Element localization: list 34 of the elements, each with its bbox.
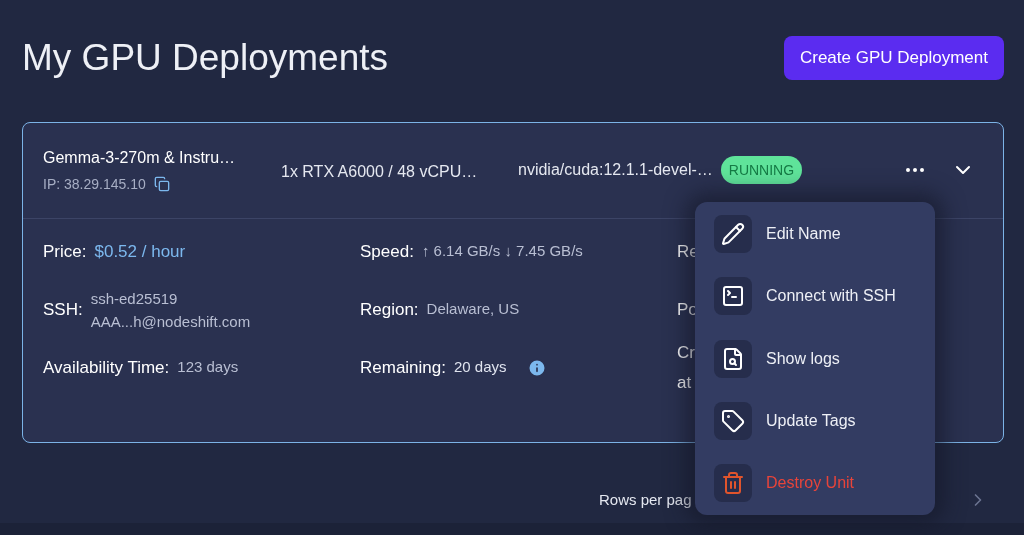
copy-icon[interactable] (153, 176, 170, 192)
page-title: My GPU Deployments (22, 36, 388, 80)
terminal-icon (714, 277, 752, 316)
detail-label: at (677, 371, 692, 394)
container-image: nvidia/cuda:12.1.1-devel-… (518, 160, 713, 180)
detail-label: SSH: (43, 298, 83, 321)
menu-item[interactable]: Show logs (714, 338, 916, 379)
menu-item[interactable]: Connect with SSH (714, 276, 916, 317)
detail-label: Cr (677, 341, 695, 364)
detail-label: Region: (360, 298, 419, 321)
ip-address: IP: 38.29.145.10 (43, 174, 146, 194)
rows-per-page-label: Rows per pag (599, 489, 692, 510)
menu-item[interactable]: Update Tags (714, 400, 916, 441)
detail-value: Delaware, US (426, 299, 520, 320)
detail-value: 20 days (454, 357, 507, 378)
pencil-icon (714, 215, 752, 253)
deployment-name: Gemma-3-270m & Instru… (43, 147, 237, 168)
status-badge: RUNNING (720, 156, 803, 184)
create-deployment-button[interactable]: Create GPU Deployment (783, 35, 1004, 80)
detail-value: AAA...h@nodeshift.com (90, 311, 251, 332)
detail-value: 123 days (177, 357, 239, 378)
log-search-icon (714, 339, 752, 378)
detail-label: Remaining: (360, 356, 446, 379)
tag-icon (714, 401, 752, 440)
detail-value: ↑ 6.14 GB/s ↓ 7.45 GB/s (421, 241, 583, 262)
detail-label: Speed: (360, 240, 414, 263)
detail-label: Availability Time: (43, 356, 170, 379)
detail-label: Price: (43, 240, 87, 263)
info-icon[interactable] (526, 357, 547, 378)
menu-item[interactable]: Edit Name (714, 214, 916, 254)
gpu-spec: 1x RTX A6000 / 48 vCPU… (281, 162, 479, 182)
detail-value: ssh-ed25519 (90, 288, 179, 309)
trash-icon (714, 464, 752, 502)
detail-value: $0.52 / hour (94, 240, 186, 263)
